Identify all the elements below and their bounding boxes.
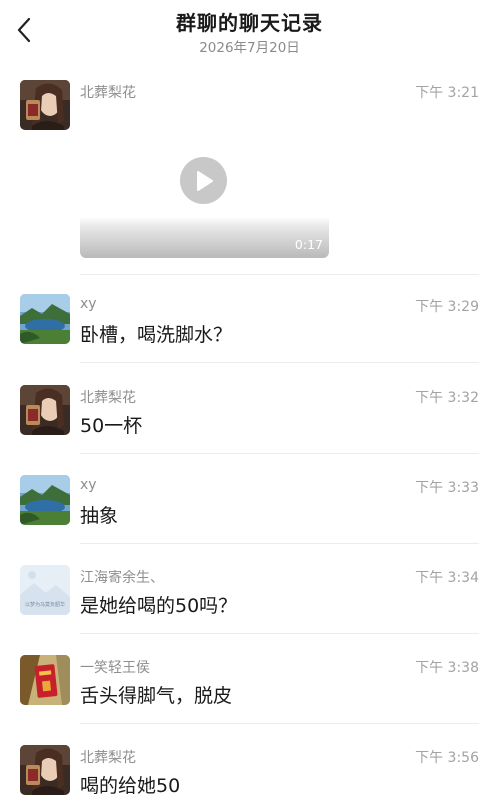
divider	[80, 543, 479, 544]
message-text: 卧槽，喝洗脚水？	[80, 324, 233, 346]
message-text: 抽象	[80, 505, 119, 527]
message-time: 下午 3:33	[415, 480, 479, 496]
message-text: 是她给喝的50吗？	[80, 595, 238, 617]
avatar-caption: 以梦为马莫负韶华	[25, 601, 65, 608]
sender-name: 北葬梨花	[80, 750, 136, 766]
sender-name: 一笑轻王侯	[80, 660, 150, 676]
sender-name: xy	[80, 296, 97, 312]
avatar[interactable]	[20, 475, 70, 525]
avatar[interactable]	[20, 385, 70, 435]
divider	[80, 633, 479, 634]
sender-name: 江海寄余生、	[80, 570, 164, 586]
video-message[interactable]: 0:17	[80, 111, 329, 258]
message-text: 喝的给她50	[80, 775, 181, 797]
avatar[interactable]	[20, 80, 70, 130]
message-text: 50一杯	[80, 415, 143, 437]
divider	[80, 723, 479, 724]
message-text: 舌头得脚气，脱皮	[80, 685, 233, 707]
sender-name: xy	[80, 477, 97, 493]
chat-history-page: 群聊的聊天记录 2026年7月20日 北葬梨花 下午 3:21 0:17 xy …	[0, 0, 499, 800]
divider	[80, 362, 479, 363]
message-time: 下午 3:21	[415, 85, 479, 101]
message-time: 下午 3:34	[415, 570, 479, 586]
header: 群聊的聊天记录 2026年7月20日	[0, 0, 499, 62]
avatar[interactable]	[20, 294, 70, 344]
message-time: 下午 3:38	[415, 660, 479, 676]
play-icon	[196, 170, 213, 191]
divider	[80, 274, 479, 275]
play-button[interactable]	[180, 157, 227, 204]
sender-name: 北葬梨花	[80, 85, 136, 101]
avatar[interactable]	[20, 745, 70, 795]
page-date: 2026年7月20日	[199, 40, 300, 56]
sender-name: 北葬梨花	[80, 390, 136, 406]
divider	[80, 453, 479, 454]
video-duration: 0:17	[294, 237, 323, 252]
message-time: 下午 3:32	[415, 390, 479, 406]
page-title: 群聊的聊天记录	[176, 11, 323, 35]
avatar[interactable]	[20, 655, 70, 705]
message-time: 下午 3:56	[415, 750, 479, 766]
avatar[interactable]: 以梦为马莫负韶华	[20, 565, 70, 615]
message-time: 下午 3:29	[415, 299, 479, 315]
